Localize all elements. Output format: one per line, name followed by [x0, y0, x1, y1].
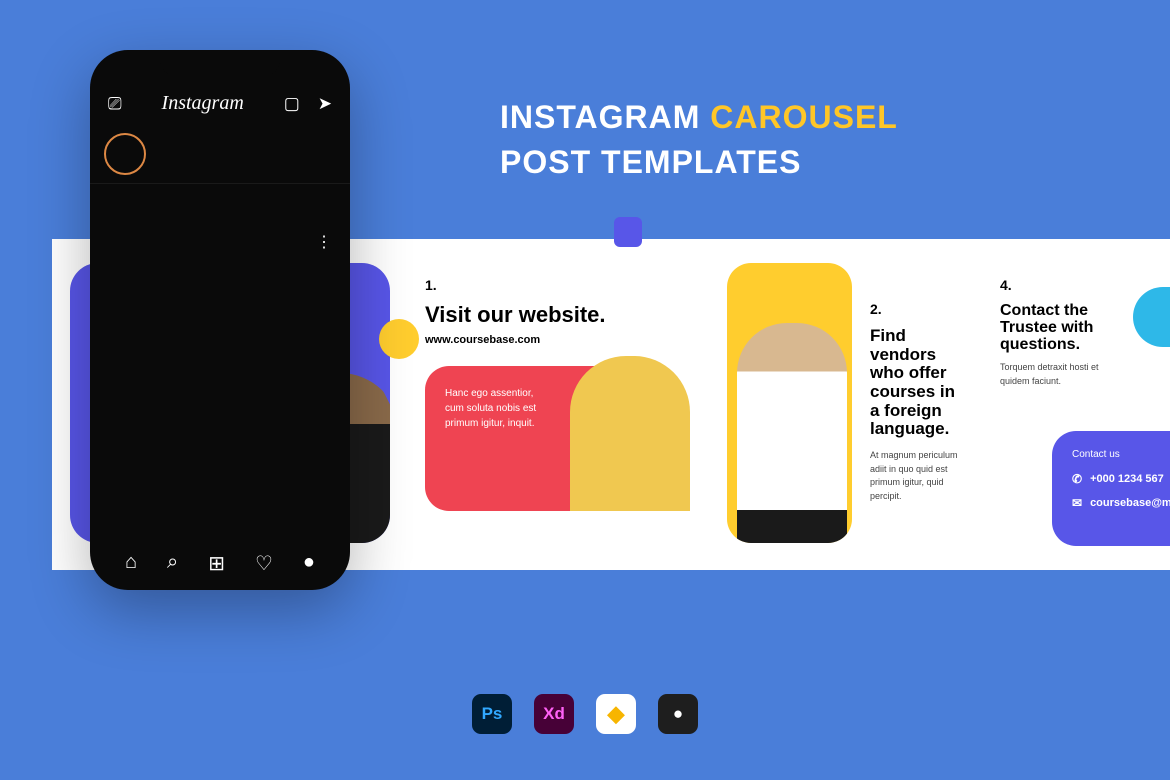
body-text: Hanc ego assentior, cum soluta nobis est…: [445, 386, 555, 431]
accent-shape: [1133, 287, 1170, 347]
bottom-nav: ⌂ ⌕ ⊞ ♡ ●: [90, 551, 350, 576]
accent-square: [614, 217, 642, 247]
phone-notch: [160, 50, 280, 76]
instagram-logo: Instagram: [162, 92, 244, 115]
yellow-card: [727, 263, 852, 543]
contact-label: Contact us: [1072, 449, 1170, 460]
slide-4: 4. Contact the Trustee with questions. T…: [982, 239, 1170, 570]
website-url: www.coursebase.com: [425, 334, 699, 346]
activity-icon[interactable]: ♡: [255, 551, 273, 576]
contact-card: Contact us ✆+000 1234 567 ✉coursebase@ma…: [1052, 431, 1170, 546]
profile-icon[interactable]: ●: [303, 551, 315, 576]
photoshop-icon: Ps: [472, 694, 512, 734]
page-title: INSTAGRAM CAROUSEL POST TEMPLATES: [500, 95, 898, 185]
app-icons-row: Ps Xd ◆ ●: [472, 694, 698, 734]
red-card: Hanc ego assentior, cum soluta nobis est…: [425, 366, 625, 511]
igtv-icon[interactable]: ▢: [284, 94, 300, 114]
phone-row: ✆+000 1234 567: [1072, 472, 1170, 486]
phone-icon: ✆: [1072, 472, 1082, 486]
more-icon[interactable]: ⋮: [316, 232, 332, 252]
slide-2: 1. Visit our website. www.coursebase.com…: [407, 239, 717, 570]
slide-3: 2. Find vendors who offer courses in a f…: [717, 239, 982, 570]
title-part-2: POST TEMPLATES: [500, 144, 801, 180]
step-number: 2.: [870, 301, 968, 317]
step-title: Visit our website.: [425, 303, 699, 326]
phone-mockup: ⎚ Instagram ▢ ➤ ⋮ ⌂ ⌕ ⊞ ♡ ●: [90, 50, 350, 590]
figma-icon: ●: [658, 694, 698, 734]
person-image: [737, 323, 847, 543]
xd-icon: Xd: [534, 694, 574, 734]
mail-icon: ✉: [1072, 496, 1082, 510]
camera-icon[interactable]: ⎚: [108, 94, 122, 114]
person-image: [570, 356, 690, 511]
add-icon[interactable]: ⊞: [208, 551, 225, 576]
title-part-1: INSTAGRAM: [500, 99, 710, 135]
step-number: 4.: [1000, 277, 1170, 293]
email-row: ✉coursebase@mail.: [1072, 496, 1170, 510]
story-row: [90, 125, 350, 184]
step-title: Find vendors who offer courses in a fore…: [870, 327, 968, 439]
body-text: At magnum periculum adiit in quo quid es…: [870, 449, 968, 503]
search-icon[interactable]: ⌕: [167, 551, 178, 576]
story-avatar[interactable]: [104, 133, 146, 175]
body-text: Torquem detraxit hosti et quidem faciunt…: [1000, 361, 1130, 388]
home-icon[interactable]: ⌂: [125, 551, 137, 576]
sketch-icon: ◆: [596, 694, 636, 734]
messages-icon[interactable]: ➤: [318, 94, 332, 114]
step-number: 1.: [425, 277, 699, 293]
title-highlight: CAROUSEL: [710, 99, 898, 135]
step-title: Contact the Trustee with questions.: [1000, 303, 1130, 353]
